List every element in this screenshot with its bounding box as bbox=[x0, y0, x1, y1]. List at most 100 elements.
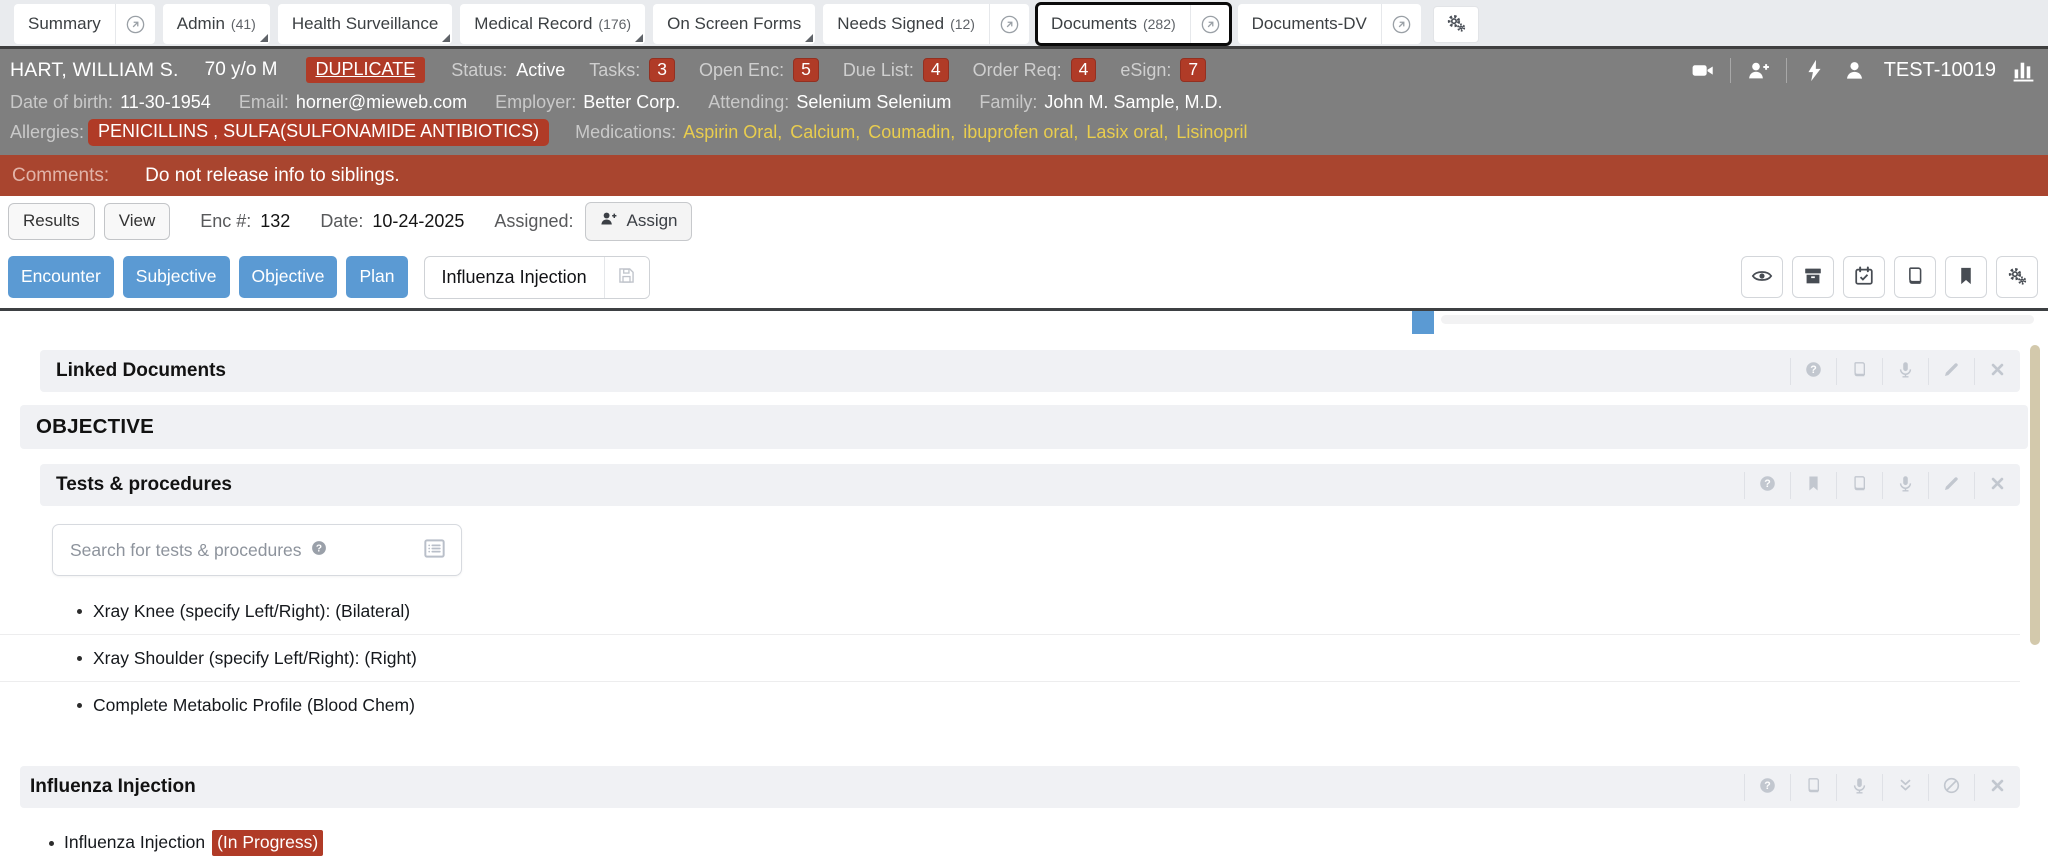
tab-medical-record[interactable]: Medical Record(176) bbox=[460, 4, 645, 44]
medication-link[interactable]: Calcium, bbox=[790, 122, 860, 143]
allergies-label: Allergies: bbox=[10, 122, 84, 143]
external-link-icon[interactable] bbox=[115, 4, 155, 44]
chart-tab-bar: SummaryAdmin(41)Health SurveillanceMedic… bbox=[0, 0, 2048, 46]
svg-text:?: ? bbox=[1810, 364, 1817, 376]
medication-link[interactable]: Aspirin Oral, bbox=[683, 122, 782, 143]
bar-chart-icon[interactable] bbox=[2011, 58, 2036, 83]
eye-icon bbox=[1751, 265, 1773, 290]
tab-needs-signed[interactable]: Needs Signed(12) bbox=[823, 4, 1029, 44]
help-button[interactable]: ? bbox=[1744, 774, 1790, 801]
video-camera-icon[interactable] bbox=[1690, 58, 1715, 83]
prohibited-icon bbox=[1942, 776, 1961, 798]
tab-summary[interactable]: Summary bbox=[14, 4, 155, 44]
demo-value: Better Corp. bbox=[583, 92, 680, 113]
tab-label-group: Medical Record(176) bbox=[460, 4, 645, 44]
note-nav-subjective-button[interactable]: Subjective bbox=[123, 256, 230, 298]
demo-label: Date of birth: bbox=[10, 92, 113, 113]
patient-name[interactable]: HART, WILLIAM S. bbox=[10, 59, 179, 82]
demo-email: Email:horner@mieweb.com bbox=[239, 92, 467, 113]
stat-order-req: Order Req: 4 bbox=[973, 58, 1097, 82]
user-id-label[interactable]: TEST-10019 bbox=[1884, 59, 1996, 82]
prohibited-button[interactable] bbox=[1928, 774, 1974, 801]
close-button[interactable] bbox=[1974, 774, 2020, 801]
horizontal-scrollbar-thumb[interactable] bbox=[1412, 311, 1434, 334]
tab-list: SummaryAdmin(41)Health SurveillanceMedic… bbox=[14, 4, 1421, 44]
field-enc: Enc #:132 bbox=[200, 211, 290, 232]
close-button[interactable] bbox=[1974, 358, 2020, 385]
external-link-icon[interactable] bbox=[1190, 4, 1230, 44]
eye-button[interactable] bbox=[1741, 256, 1783, 298]
test-item[interactable]: Xray Shoulder (specify Left/Right): (Rig… bbox=[0, 635, 2020, 682]
help-button[interactable]: ? bbox=[1790, 358, 1836, 385]
save-note-title-button[interactable] bbox=[604, 257, 649, 298]
allergies-badge[interactable]: PENICILLINS , SULFA(SULFONAMIDE ANTIBIOT… bbox=[88, 119, 549, 146]
pencil-button[interactable] bbox=[1928, 472, 1974, 499]
user-plus-icon[interactable] bbox=[1746, 58, 1771, 83]
tab-documents[interactable]: Documents(282) bbox=[1037, 4, 1230, 44]
book-button[interactable] bbox=[1894, 256, 1936, 298]
tab-documents-dv[interactable]: Documents-DV bbox=[1238, 4, 1421, 44]
book-button[interactable] bbox=[1836, 472, 1882, 499]
note-nav-objective-button[interactable]: Objective bbox=[239, 256, 338, 298]
gears-button[interactable] bbox=[1996, 256, 2038, 298]
results-button[interactable]: Results bbox=[8, 203, 95, 240]
bookmark-button[interactable] bbox=[1945, 256, 1987, 298]
microphone-button[interactable] bbox=[1882, 472, 1928, 499]
medication-link[interactable]: Lasix oral, bbox=[1086, 122, 1168, 143]
assign-button[interactable]: Assign bbox=[585, 202, 691, 241]
tab-settings-button[interactable] bbox=[1433, 6, 1479, 43]
help-button[interactable]: ? bbox=[1744, 472, 1790, 499]
patient-header: HART, WILLIAM S. 70 y/o M DUPLICATE Stat… bbox=[0, 46, 2048, 155]
book-button[interactable] bbox=[1836, 358, 1882, 385]
demo-attending: Attending:Selenium Selenium bbox=[708, 92, 951, 113]
demo-label: Email: bbox=[239, 92, 289, 113]
bookmark-button[interactable] bbox=[1790, 472, 1836, 499]
external-link-icon[interactable] bbox=[989, 4, 1029, 44]
count-badge[interactable]: 5 bbox=[793, 58, 819, 82]
close-button[interactable] bbox=[1974, 472, 2020, 499]
view-button[interactable]: View bbox=[104, 203, 171, 240]
count-badge[interactable]: 4 bbox=[923, 58, 949, 82]
note-nav-encounter-button[interactable]: Encounter bbox=[8, 256, 114, 298]
archive-icon bbox=[1802, 265, 1824, 290]
order-list-button[interactable] bbox=[422, 536, 447, 564]
stat-label: Tasks: bbox=[589, 60, 640, 81]
medication-link[interactable]: ibuprofen oral, bbox=[963, 122, 1078, 143]
microphone-button[interactable] bbox=[1836, 774, 1882, 801]
medication-link[interactable]: Coumadin, bbox=[868, 122, 955, 143]
count-badge[interactable]: 4 bbox=[1071, 58, 1097, 82]
patient-header-row1: HART, WILLIAM S. 70 y/o M DUPLICATE Stat… bbox=[10, 52, 2036, 88]
user-icon[interactable] bbox=[1842, 58, 1867, 83]
medication-link[interactable]: Lisinopril bbox=[1176, 122, 1247, 143]
tab-label-group: Health Surveillance bbox=[278, 4, 452, 44]
stat-label: Order Req: bbox=[973, 60, 1062, 81]
note-title-input[interactable]: Influenza Injection bbox=[425, 267, 604, 288]
chevron-double-down-button[interactable] bbox=[1882, 774, 1928, 801]
test-item[interactable]: Xray Knee (specify Left/Right): (Bilater… bbox=[0, 588, 2020, 635]
book-button[interactable] bbox=[1790, 774, 1836, 801]
influenza-item[interactable]: Influenza Injection(In Progress) bbox=[0, 821, 2020, 856]
microphone-button[interactable] bbox=[1882, 358, 1928, 385]
test-item[interactable]: Complete Metabolic Profile (Blood Chem) bbox=[0, 682, 2020, 729]
external-link-icon[interactable] bbox=[1381, 4, 1421, 44]
tests-search-input[interactable]: Search for tests & procedures ? bbox=[52, 524, 462, 576]
lightning-icon[interactable] bbox=[1802, 58, 1827, 83]
count-badge[interactable]: 3 bbox=[649, 58, 675, 82]
comments-value: Do not release info to siblings. bbox=[145, 165, 400, 187]
calendar-check-button[interactable] bbox=[1843, 256, 1885, 298]
duplicate-badge[interactable]: DUPLICATE bbox=[306, 57, 426, 83]
section-title: Influenza Injection bbox=[30, 776, 196, 798]
tab-admin[interactable]: Admin(41) bbox=[163, 4, 270, 44]
horizontal-scrollbar-track[interactable] bbox=[1441, 315, 2034, 324]
count-badge[interactable]: 7 bbox=[1180, 58, 1206, 82]
calendar-check-icon bbox=[1853, 265, 1875, 290]
book-icon bbox=[1850, 474, 1869, 496]
svg-text:?: ? bbox=[1764, 780, 1771, 792]
vertical-scrollbar-thumb[interactable] bbox=[2030, 345, 2040, 645]
note-nav-plan-button[interactable]: Plan bbox=[346, 256, 407, 298]
microphone-icon bbox=[1896, 360, 1915, 382]
archive-button[interactable] bbox=[1792, 256, 1834, 298]
tab-on-screen-forms[interactable]: On Screen Forms bbox=[653, 4, 815, 44]
tab-health-surveillance[interactable]: Health Surveillance bbox=[278, 4, 452, 44]
pencil-button[interactable] bbox=[1928, 358, 1974, 385]
